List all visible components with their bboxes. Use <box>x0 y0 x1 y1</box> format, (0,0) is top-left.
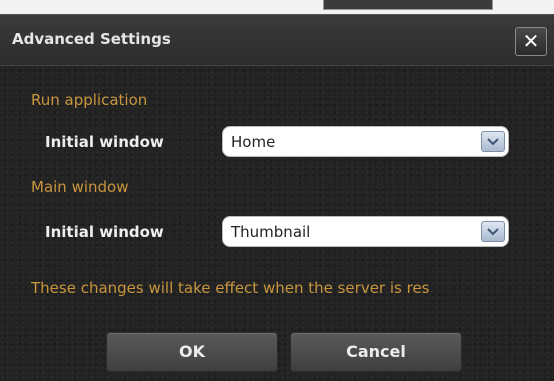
select-value: Home <box>231 133 276 151</box>
close-icon: ✕ <box>522 29 540 53</box>
advanced-settings-dialog: Advanced Settings ✕ Run application Init… <box>0 14 554 381</box>
restart-note: These changes will take effect when the … <box>31 279 430 297</box>
dialog-titlebar: Advanced Settings ✕ <box>0 15 554 66</box>
select-value: Thumbnail <box>231 223 311 241</box>
run-application-initial-window-select[interactable]: Home <box>222 126 509 157</box>
close-button[interactable]: ✕ <box>515 27 547 56</box>
chevron-down-icon[interactable] <box>481 221 505 242</box>
main-window-initial-window-label: Initial window <box>45 223 164 241</box>
run-application-initial-window-label: Initial window <box>45 133 164 151</box>
dialog-title: Advanced Settings <box>12 30 171 48</box>
main-window-initial-window-select[interactable]: Thumbnail <box>222 216 509 247</box>
ok-button[interactable]: OK <box>106 332 278 372</box>
chevron-down-icon[interactable] <box>481 131 505 152</box>
section-main-window: Main window <box>31 178 129 196</box>
cancel-button[interactable]: Cancel <box>290 332 462 372</box>
background-tab <box>323 0 493 10</box>
section-run-application: Run application <box>31 91 148 109</box>
